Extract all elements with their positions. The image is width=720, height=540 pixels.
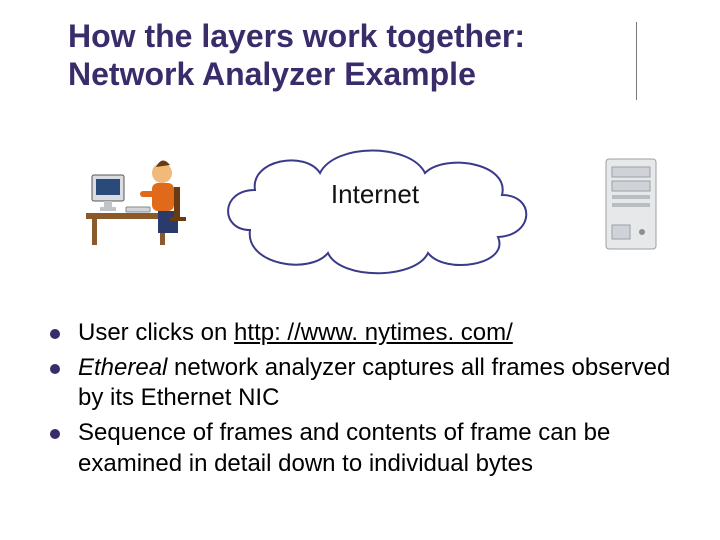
list-item: Sequence of frames and contents of frame… <box>44 418 684 479</box>
url-link[interactable]: http: //www. nytimes. com/ <box>234 319 513 346</box>
list-item: Ethereal network analyzer captures all f… <box>44 353 684 414</box>
page-title: How the layers work together: Network An… <box>68 18 628 94</box>
bullet-2-emphasis: Ethereal <box>78 354 167 381</box>
user-at-computer-icon <box>80 145 190 255</box>
internet-cloud: Internet <box>210 135 540 285</box>
title-line-2: Network Analyzer Example <box>68 56 476 92</box>
network-diagram: Internet <box>80 135 640 285</box>
title-divider <box>636 22 637 100</box>
list-item: User clicks on http: //www. nytimes. com… <box>44 318 684 349</box>
bullet-list: User clicks on http: //www. nytimes. com… <box>44 318 684 484</box>
bullet-2-text: network analyzer captures all frames obs… <box>78 354 670 412</box>
cloud-label: Internet <box>210 179 540 210</box>
bullet-1-text: User clicks on <box>78 319 234 346</box>
title-line-1: How the layers work together: <box>68 18 525 54</box>
slide: How the layers work together: Network An… <box>0 0 720 540</box>
server-tower-icon <box>602 155 660 253</box>
bullet-3-text: Sequence of frames and contents of frame… <box>78 419 610 477</box>
